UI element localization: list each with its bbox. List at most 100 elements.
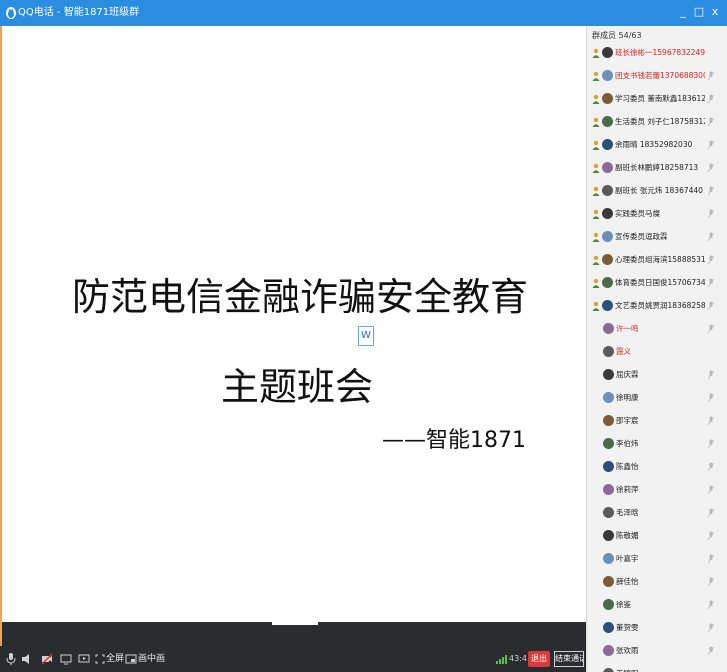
screen-share-icon[interactable] [60,652,72,666]
exit-button[interactable]: 退出 [528,651,550,667]
member-row[interactable]: 陈敬媚 [587,525,727,548]
member-row[interactable]: 团支书钱若蕾13706883001 [587,65,727,88]
muted-mic-icon[interactable] [707,117,715,127]
muted-mic-icon[interactable] [707,324,715,334]
member-avatar [602,139,613,150]
muted-mic-icon[interactable] [707,255,715,265]
muted-mic-icon[interactable] [707,600,715,610]
member-row[interactable]: 毛泽晗 [587,502,727,525]
member-row[interactable]: 李伯炜 [587,433,727,456]
member-row[interactable]: 心理委员组海滨15888531 [587,249,727,272]
member-avatar [602,300,613,311]
muted-mic-icon[interactable] [707,508,715,518]
member-avatar [603,438,614,449]
member-name: 李伯炜 [616,439,639,448]
member-row[interactable]: 霞义 [587,341,727,364]
member-name: 副班长 张元炜 18367440 [615,186,703,195]
member-row[interactable]: 叶嘉宇 [587,548,727,571]
member-row[interactable]: 体育委员日国俊15706734 [587,272,727,295]
qq-penguin-icon [6,7,16,19]
muted-mic-icon[interactable] [707,462,715,472]
member-avatar [602,185,613,196]
member-row[interactable]: 余雨晴 18352982030 [587,134,727,157]
muted-mic-icon[interactable] [707,163,715,173]
member-avatar [603,415,614,426]
fullscreen-icon[interactable] [94,652,106,666]
member-avatar [603,530,614,541]
member-name: 班长徐彬一15967832249 [615,48,705,57]
member-role-icon [592,301,600,311]
member-row[interactable]: 文艺委员姚贾润18368258 [587,295,727,318]
picture-in-picture-icon[interactable] [125,652,137,666]
member-row[interactable]: 副班长林鹏婷18258713 [587,157,727,180]
member-name: 董贺雯 [616,623,639,632]
picture-in-picture-button-label[interactable]: 画中画 [138,653,165,665]
call-window: QQ电话 - 智能1871班级群 _ □ x 防范电信金融诈骗安全教育 W 主题… [0,0,727,672]
member-row[interactable]: 徐鉴 [587,594,727,617]
muted-mic-icon[interactable] [707,646,715,656]
muted-mic-icon[interactable] [707,370,715,380]
muted-mic-icon[interactable] [707,94,715,104]
stage-bottom-bar [2,622,586,646]
signal-strength-icon [496,655,507,664]
member-avatar [603,323,614,334]
member-name: 张欢雨 [616,646,639,655]
present-icon[interactable] [78,652,90,666]
muted-mic-icon[interactable] [707,554,715,564]
member-row[interactable]: 董贺雯 [587,617,727,640]
muted-mic-icon[interactable] [707,140,715,150]
member-row[interactable]: 班长徐彬一15967832249 [587,42,727,65]
muted-mic-icon[interactable] [707,71,715,81]
member-row[interactable]: 徐莉萍 [587,479,727,502]
member-row[interactable]: 实践委员马燦 [587,203,727,226]
member-avatar [602,208,613,219]
member-row[interactable]: 学习委员 董南默鑫18361234 [587,88,727,111]
member-row[interactable]: 张欢雨 [587,640,727,663]
muted-mic-icon[interactable] [707,623,715,633]
member-row[interactable]: 屈庆霖 [587,364,727,387]
close-button[interactable]: x [708,4,722,20]
member-name: 文艺委员姚贾润18368258 [615,301,705,310]
member-row[interactable]: 徐明康 [587,387,727,410]
member-row[interactable]: 陈鑫怡 [587,456,727,479]
member-name: 王锦阳 [616,668,705,672]
member-name: 生活委员 刘子仁18758312 [615,117,705,126]
muted-mic-icon[interactable] [707,577,715,587]
member-role-icon [592,186,600,196]
slide-subtitle: ——智能1871 [382,428,526,453]
muted-mic-icon[interactable] [707,393,715,403]
member-row[interactable]: 薛佳怡 [587,571,727,594]
fullscreen-button-label[interactable]: 全屏 [106,653,124,665]
stage-bottom-tab[interactable] [272,622,318,625]
muted-mic-icon[interactable] [707,531,715,541]
minimize-button[interactable]: _ [676,4,690,20]
muted-mic-icon[interactable] [707,301,715,311]
member-avatar [602,93,613,104]
microphone-icon[interactable] [5,652,17,666]
window-title: QQ电话 - 智能1871班级群 [18,7,140,18]
muted-mic-icon[interactable] [707,485,715,495]
member-count-header: 群成员 54/63 [592,31,642,40]
end-call-button[interactable]: 结束通话 [554,651,584,667]
muted-mic-icon[interactable] [707,439,715,449]
member-name: 余雨晴 18352982030 [615,140,693,149]
member-row[interactable]: 王锦阳 [587,663,727,672]
member-row[interactable]: 邵宇宸 [587,410,727,433]
member-row[interactable]: 副班长 张元炜 18367440 [587,180,727,203]
maximize-button[interactable]: □ [692,4,706,20]
title-bar: QQ电话 - 智能1871班级群 _ □ x [0,0,727,26]
camera-off-icon[interactable] [41,652,53,666]
member-row[interactable]: 生活委员 刘子仁18758312 [587,111,727,134]
muted-mic-icon[interactable] [707,186,715,196]
shared-screen[interactable]: 防范电信金融诈骗安全教育 W 主题班会 ——智能1871 [0,26,586,646]
member-name: 毛泽晗 [616,508,639,517]
muted-mic-icon[interactable] [707,278,715,288]
speaker-icon[interactable] [20,652,32,666]
member-list-panel[interactable]: 群成员 54/63 班长徐彬一15967832249 团支书钱若蕾13706883… [586,26,727,672]
muted-mic-icon[interactable] [707,416,715,426]
member-row[interactable]: 宣传委员逗政霖 [587,226,727,249]
muted-mic-icon[interactable] [707,209,715,219]
member-name: 团支书钱若蕾13706883001 [615,71,705,80]
member-row[interactable]: 许一鸣 [587,318,727,341]
muted-mic-icon[interactable] [707,232,715,242]
